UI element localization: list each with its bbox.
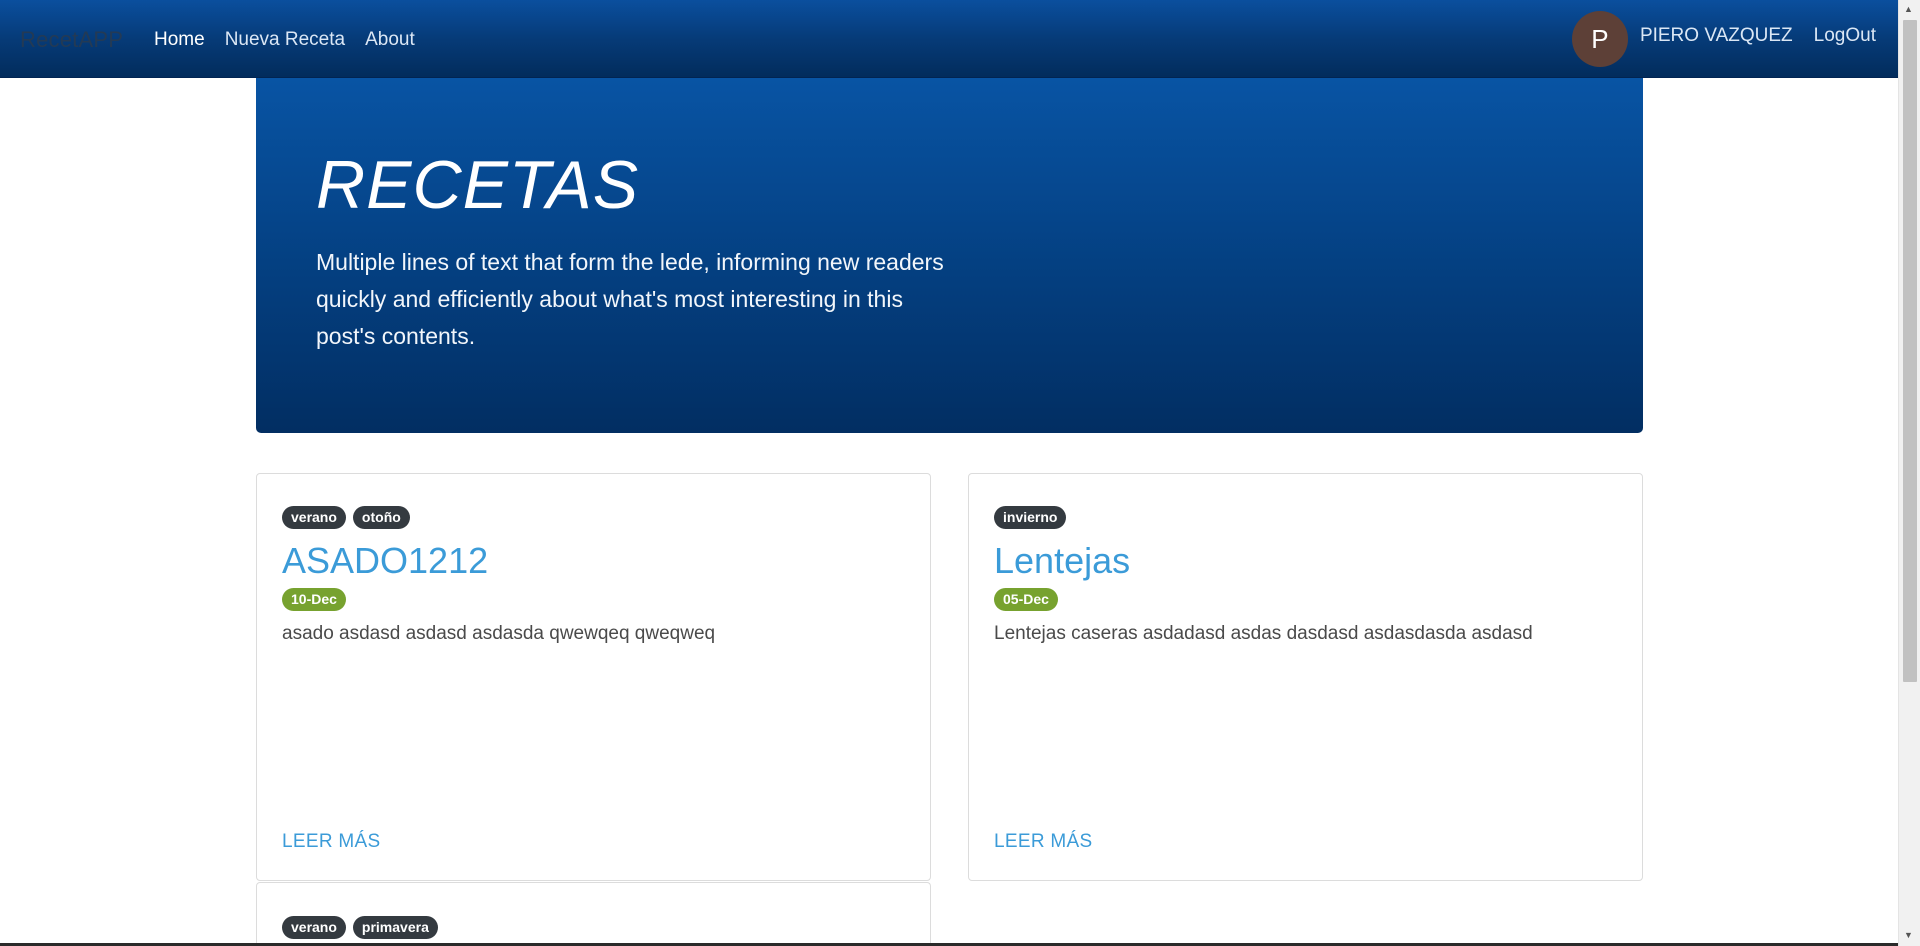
recipe-card: verano primavera (256, 882, 931, 946)
nav-link-home[interactable]: Home (154, 29, 205, 51)
nav-link-nueva-receta[interactable]: Nueva Receta (225, 29, 345, 51)
user-name[interactable]: PIERO VAZQUEZ (1640, 25, 1793, 47)
hero-lede: Multiple lines of text that form the led… (316, 249, 944, 349)
top-navbar: RecetAPP Home Nueva Receta About P PIERO… (0, 0, 1898, 78)
read-more-link[interactable]: LEER MÁS (282, 831, 381, 853)
season-tag: primavera (352, 916, 438, 939)
tag-list: verano otoño (282, 506, 410, 529)
season-tag: verano (282, 916, 346, 939)
nav-links: Home Nueva Receta About (154, 29, 415, 51)
recipe-title-link[interactable]: ASADO1212 (282, 540, 488, 582)
season-tag: verano (282, 506, 346, 529)
season-tag: otoño (352, 506, 410, 529)
tag-list: invierno (994, 506, 1067, 529)
avatar[interactable]: P (1571, 11, 1628, 67)
recipe-title-link[interactable]: Lentejas (994, 540, 1130, 582)
season-tag: invierno (994, 506, 1067, 529)
logout-link[interactable]: LogOut (1814, 25, 1876, 47)
read-more-link[interactable]: LEER MÁS (994, 831, 1093, 853)
date-badge: 10-Dec (282, 588, 346, 611)
tag-list: verano primavera (282, 916, 438, 939)
hero-title: RECETAS (316, 147, 640, 223)
hero-banner: RECETAS Multiple lines of text that form… (256, 78, 1643, 433)
user-area: P PIERO VAZQUEZ LogOut (1571, 0, 1898, 78)
nav-link-about[interactable]: About (365, 29, 415, 51)
scroll-thumb[interactable] (1903, 20, 1917, 682)
date-badge: 05-Dec (994, 588, 1058, 611)
brand-logo[interactable]: RecetAPP (20, 27, 123, 53)
recipe-card: verano otoño ASADO1212 10-Dec asado asda… (256, 473, 931, 881)
recipe-description: asado asdasd asdasd asdasda qwewqeq qweq… (282, 623, 716, 644)
recipe-card: invierno Lentejas 05-Dec Lentejas casera… (968, 473, 1643, 881)
vertical-scrollbar[interactable]: ▲ ▼ (1898, 0, 1920, 946)
scroll-down-icon[interactable]: ▼ (1904, 930, 1913, 940)
recipe-description: Lentejas caseras asdadasd asdas dasdasd … (994, 623, 1533, 644)
scroll-up-icon[interactable]: ▲ (1904, 4, 1913, 14)
